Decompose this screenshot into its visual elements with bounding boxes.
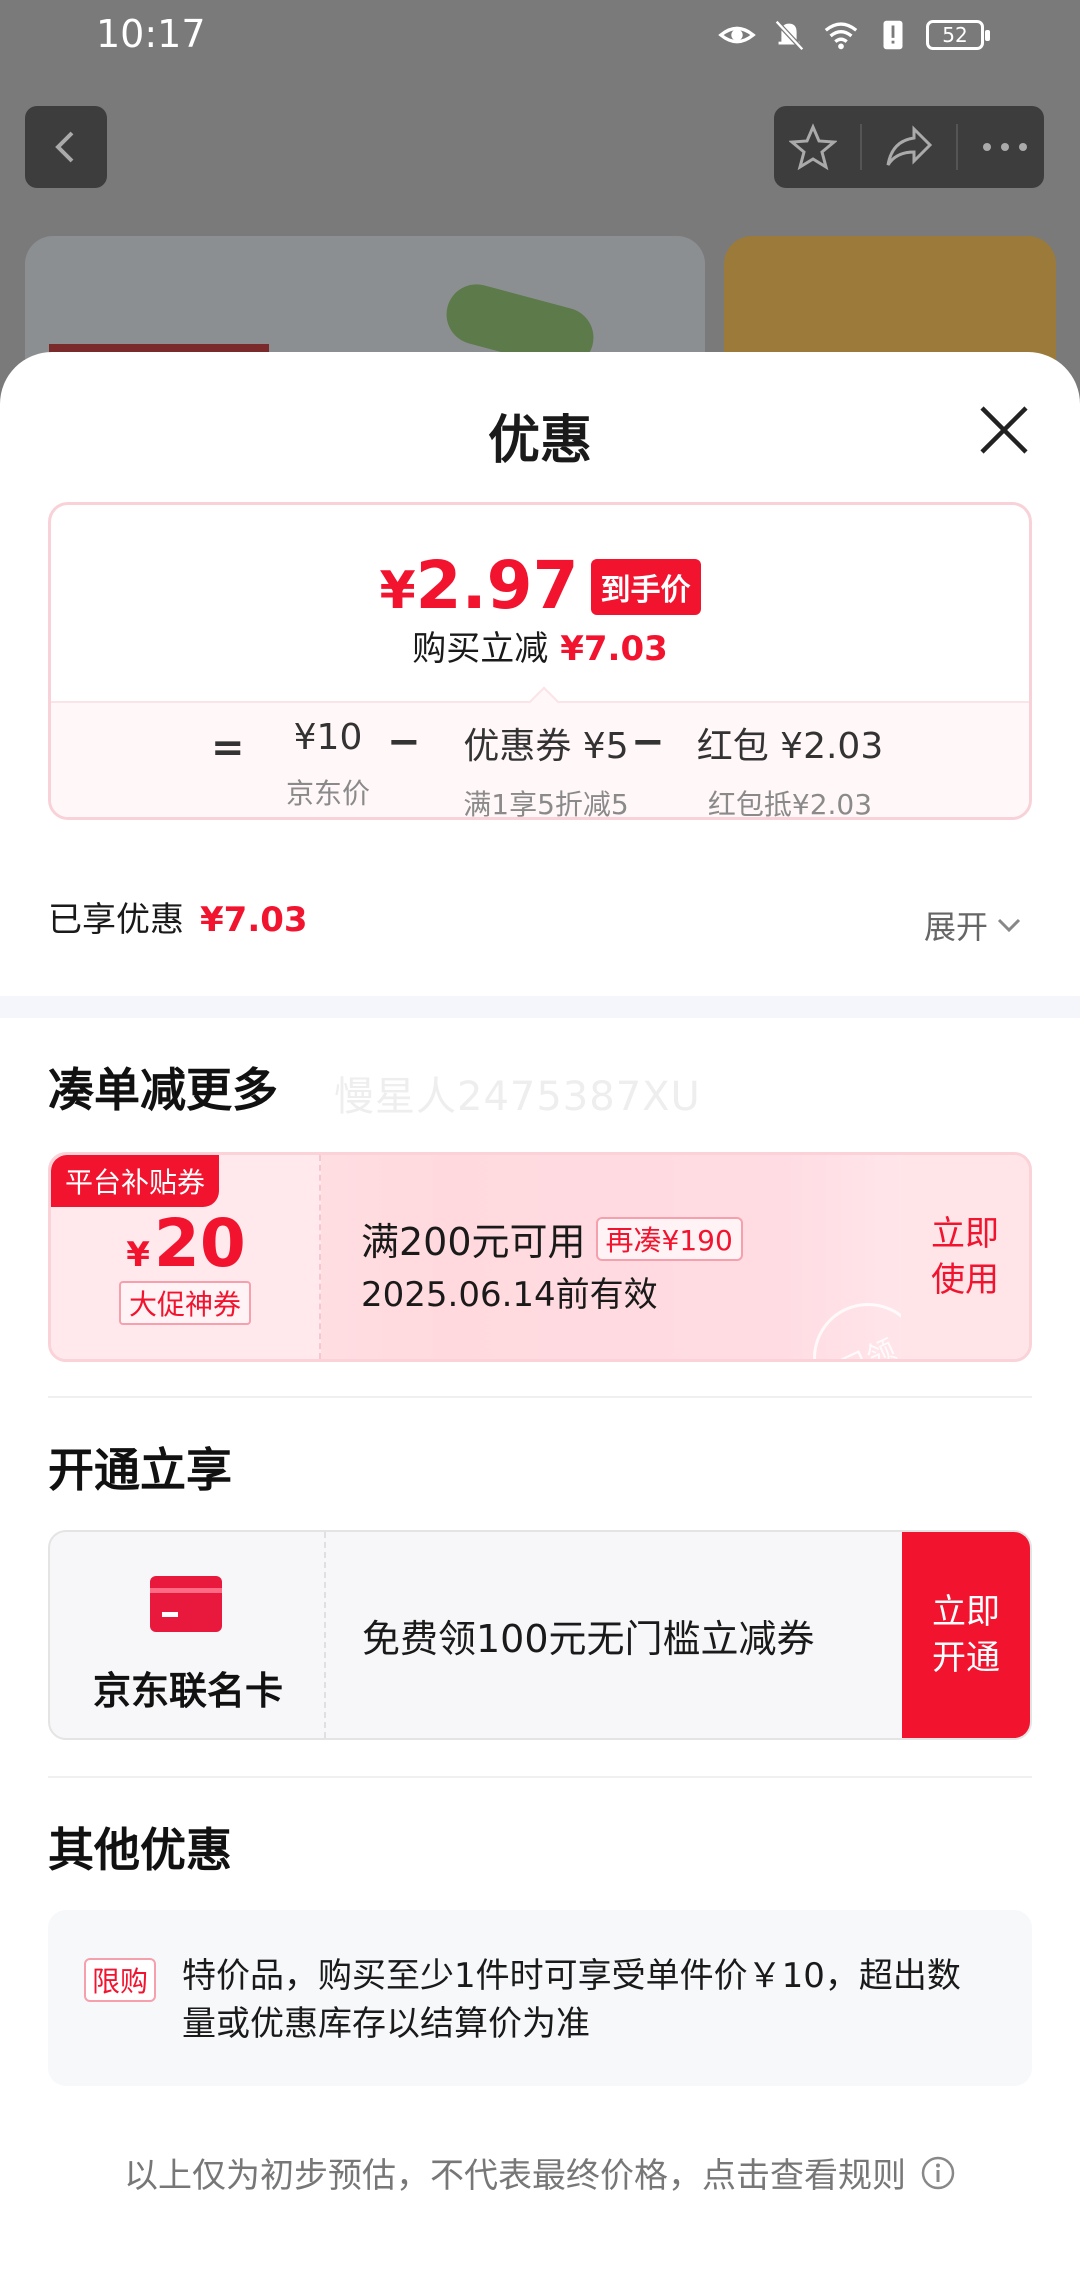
close-icon (980, 406, 1028, 454)
nav-actions (774, 106, 1044, 188)
coupon-deduction: 优惠券 ¥5 满1享5折减5 (463, 726, 629, 820)
expand-button[interactable]: 展开 (924, 902, 1022, 948)
card-offer-description: 免费领100元无门槛立减券 (362, 1617, 815, 1661)
back-button[interactable] (25, 106, 107, 188)
use-coupon-button[interactable]: 立即 使用 (901, 1155, 1029, 1359)
section-title-other: 其他优惠 (48, 1823, 232, 1877)
credit-card-icon (150, 1576, 222, 1632)
other-discount-item: 限购 特价品，购买至少1件时可享受单件价￥10，超出数量或优惠库存以结算价为准 (48, 1910, 1032, 2086)
coupon-amount: ¥20 (126, 1205, 246, 1282)
rules-link[interactable]: 以上仅为初步预估，不代表最终价格，点击查看规则 (0, 2148, 1080, 2197)
equals-sign: = (211, 725, 245, 771)
star-icon (788, 123, 837, 171)
share-icon (886, 125, 933, 166)
limit-tag: 限购 (84, 1958, 157, 2002)
enjoyed-discount: 已享优惠 ¥7.03 (48, 900, 308, 940)
card-name: 京东联名卡 (92, 1669, 283, 1713)
status-time: 10:17 (96, 12, 206, 56)
platform-coupon: 平台补贴券 ¥20 大促神券 满200元可用 再凑¥190 2025.06.14… (48, 1152, 1032, 1362)
final-price: ¥2.97 (379, 547, 579, 624)
coupon-type: 大促神券 (119, 1281, 252, 1325)
chevron-left-icon (55, 131, 74, 163)
instant-reduction: 购买立减 ¥7.03 (412, 629, 668, 669)
section-title-more: 凑单减更多 (48, 1063, 278, 1117)
final-price-tag: 到手价 (590, 559, 701, 615)
more-icon (983, 143, 1028, 151)
info-icon (921, 2156, 955, 2189)
chevron-down-icon (997, 918, 1021, 933)
status-icons: 52 (718, 16, 990, 54)
calculation-row: = ¥10 京东价 − 优惠券 ¥5 满1享5折减5 − 红包 ¥2.03 红包… (51, 701, 1029, 820)
sim-alert-icon (883, 20, 903, 50)
discount-sheet: 优惠 ¥2.97 到手价 购买立减 ¥7.03 = ¥10 京东价 − 优惠券 ¥… (0, 352, 1080, 2280)
coupon-badge: 平台补贴券 (51, 1155, 220, 1207)
bell-off-icon (774, 20, 805, 51)
sheet-title: 优惠 (487, 411, 592, 471)
redpacket-deduction: 红包 ¥2.03 红包抵¥2.03 (696, 726, 884, 820)
close-button[interactable] (970, 396, 1038, 464)
coupon-validity: 2025.06.14前有效 (361, 1275, 658, 1315)
watermark: 慢星人2475387XU (334, 1074, 701, 1120)
battery-icon: 52 (926, 20, 990, 50)
other-discount-text: 特价品，购买至少1件时可享受单件价￥10，超出数量或优惠库存以结算价为准 (182, 1956, 961, 2044)
price-breakdown: ¥2.97 到手价 购买立减 ¥7.03 = ¥10 京东价 − 优惠券 ¥5 满… (48, 502, 1032, 820)
open-card-button[interactable]: 立即 开通 (902, 1532, 1030, 1738)
more-button[interactable] (975, 117, 1035, 177)
status-bar: 10:17 52 (0, 0, 1080, 74)
coupon-condition: 满200元可用 再凑¥190 (361, 1211, 743, 1266)
share-button[interactable] (879, 117, 939, 177)
favorite-button[interactable] (783, 117, 843, 177)
jd-cobrand-card: 京东联名卡 免费领100元无门槛立减券 立即 开通 (48, 1530, 1032, 1740)
minus-sign: − (631, 719, 665, 765)
minus-sign: − (387, 719, 421, 765)
eye-icon (718, 26, 756, 44)
wifi-icon (824, 22, 858, 50)
section-title-open: 开通立享 (48, 1443, 232, 1497)
coupon-extra-tag: 再凑¥190 (595, 1216, 743, 1261)
